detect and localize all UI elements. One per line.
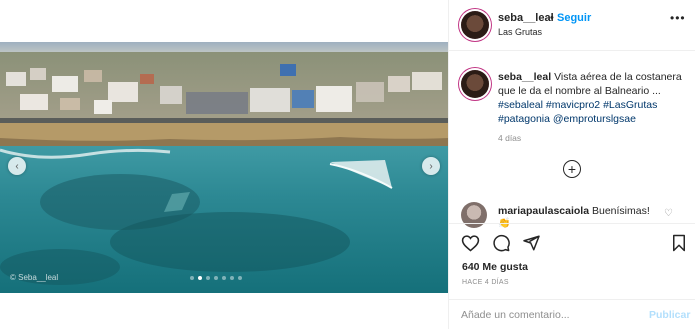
carousel-dot — [214, 276, 218, 280]
chevron-right-icon: › — [429, 160, 433, 172]
follow-button[interactable]: Seguir — [557, 12, 591, 24]
comment-like-heart-icon[interactable]: ♡ — [664, 208, 673, 219]
post-header: seba__leal • Seguir Las Grutas ••• — [449, 0, 695, 51]
post-actions: 640 Me gusta HACE 4 DÍAS — [449, 223, 695, 299]
photo-watermark: © Seba__leal — [10, 273, 59, 282]
post-media: ‹ › © Seba__leal — [0, 0, 448, 329]
caption-line1: Vista aérea de la costanera — [554, 71, 682, 83]
load-more-comments-button[interactable]: + — [563, 160, 581, 178]
caption-text: seba__leal Vista aérea de la costanera q… — [498, 70, 684, 126]
hashtag-link[interactable]: #patagonia — [498, 113, 550, 125]
mention-link[interactable]: @emproturslgsae — [553, 113, 636, 125]
author-username[interactable]: seba__leal — [498, 12, 554, 24]
caption-avatar[interactable] — [461, 70, 489, 98]
carousel-dot — [198, 276, 202, 280]
post-location[interactable]: Las Grutas — [498, 27, 542, 37]
comment-text: mariapaulascaiola Buenísimas! — [498, 205, 650, 217]
carousel-dot — [222, 276, 226, 280]
commenter-username[interactable]: mariapaulascaiola — [498, 205, 589, 217]
aerial-photo-image — [0, 42, 448, 293]
more-options-icon[interactable]: ••• — [670, 11, 686, 25]
carousel-next-button[interactable]: › — [422, 157, 440, 175]
carousel-dot — [190, 276, 194, 280]
carousel-indicator — [190, 276, 242, 280]
comment-body: Buenísimas! — [591, 205, 650, 217]
carousel-dot — [206, 276, 210, 280]
paper-plane-icon[interactable] — [522, 234, 541, 257]
header-separator: • — [550, 12, 554, 24]
comments-section: seba__leal Vista aérea de la costanera q… — [449, 52, 695, 229]
speech-bubble-icon[interactable] — [492, 234, 511, 257]
publish-button[interactable]: Publicar — [649, 309, 690, 321]
comment-input[interactable] — [461, 306, 631, 324]
bookmark-icon[interactable] — [671, 234, 687, 257]
hashtag-link[interactable]: #mavicpro2 — [546, 99, 600, 111]
carousel-prev-button[interactable]: ‹ — [8, 157, 26, 175]
post-timestamp: HACE 4 DÍAS — [462, 279, 509, 286]
caption-username[interactable]: seba__leal — [498, 71, 551, 83]
likes-count[interactable]: 640 Me gusta — [462, 261, 528, 273]
plus-icon: + — [567, 161, 577, 177]
hashtag-link[interactable]: #LasGrutas — [603, 99, 657, 111]
heart-outline-icon[interactable] — [461, 234, 480, 257]
chevron-left-icon: ‹ — [15, 160, 19, 172]
caption-line2: que le da el nombre al Balneario ... — [498, 85, 661, 97]
post-sidebar: seba__leal • Seguir Las Grutas ••• seba_… — [448, 0, 695, 329]
carousel-dot — [238, 276, 242, 280]
caption-timestamp: 4 días — [498, 133, 522, 143]
add-comment-bar: Publicar — [449, 299, 695, 329]
post-photo[interactable] — [0, 42, 448, 293]
author-avatar[interactable] — [461, 11, 489, 39]
hashtag-link[interactable]: #sebaleal — [498, 99, 543, 111]
carousel-dot — [230, 276, 234, 280]
